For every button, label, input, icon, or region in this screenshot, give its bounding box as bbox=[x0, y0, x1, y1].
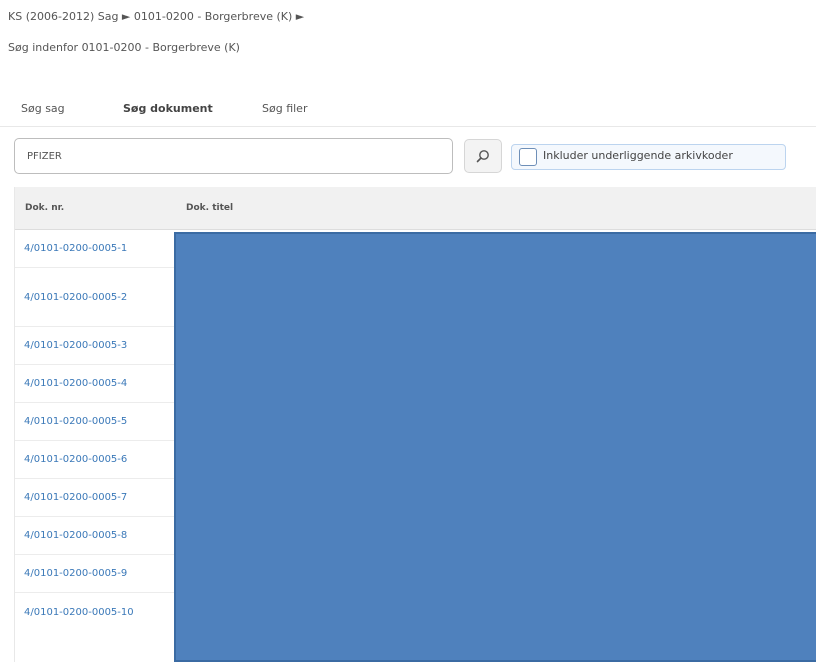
magnifier-icon bbox=[476, 150, 489, 163]
doc-number-link[interactable]: 4/0101-0200-0005-5 bbox=[24, 415, 127, 429]
doc-number-link[interactable]: 4/0101-0200-0005-6 bbox=[24, 453, 127, 467]
include-subcodes-label: Inkluder underliggende arkivkoder bbox=[543, 149, 733, 162]
doc-number-link[interactable]: 4/0101-0200-0005-4 bbox=[24, 377, 127, 391]
doc-number-link[interactable]: 4/0101-0200-0005-10 bbox=[24, 606, 134, 620]
doc-number-link[interactable]: 4/0101-0200-0005-2 bbox=[24, 291, 127, 305]
tab-search-files[interactable]: Søg filer bbox=[262, 102, 307, 115]
search-input[interactable] bbox=[14, 138, 453, 174]
include-subcodes-toggle[interactable]: Inkluder underliggende arkivkoder bbox=[511, 144, 786, 170]
search-scope-title: Søg indenfor 0101-0200 - Borgerbreve (K) bbox=[8, 41, 240, 54]
column-header-doc-nr[interactable]: Dok. nr. bbox=[25, 203, 64, 213]
include-subcodes-checkbox[interactable] bbox=[519, 148, 537, 166]
redacted-titles-block bbox=[174, 232, 816, 662]
breadcrumb: KS (2006-2012) Sag ► 0101-0200 - Borgerb… bbox=[8, 10, 305, 23]
doc-number-link[interactable]: 4/0101-0200-0005-3 bbox=[24, 339, 127, 353]
doc-number-link[interactable]: 4/0101-0200-0005-9 bbox=[24, 567, 127, 581]
search-button[interactable] bbox=[464, 139, 502, 173]
doc-number-link[interactable]: 4/0101-0200-0005-7 bbox=[24, 491, 127, 505]
search-tabs: Søg sag Søg dokument Søg filer bbox=[0, 96, 816, 127]
doc-number-link[interactable]: 4/0101-0200-0005-8 bbox=[24, 529, 127, 543]
column-header-doc-title[interactable]: Dok. titel bbox=[186, 203, 233, 213]
table-header: Dok. nr. Dok. titel bbox=[15, 187, 816, 230]
tab-search-case[interactable]: Søg sag bbox=[21, 102, 65, 115]
doc-number-link[interactable]: 4/0101-0200-0005-1 bbox=[24, 242, 127, 256]
tab-search-document[interactable]: Søg dokument bbox=[123, 102, 213, 115]
